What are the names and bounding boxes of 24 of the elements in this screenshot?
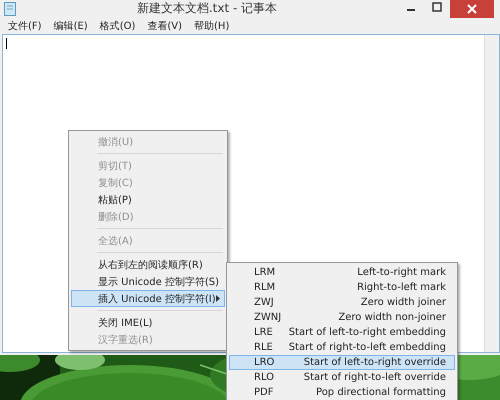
menu-item[interactable]: RLO Start of right-to-left override (229, 370, 455, 385)
menu-item[interactable]: 从右到左的阅读顺序(R) (71, 256, 225, 273)
menu-item[interactable]: RLM Right-to-left mark (229, 280, 455, 295)
menu-item[interactable]: LRM Left-to-right mark (229, 265, 455, 280)
text-cursor (6, 38, 7, 49)
menu-item[interactable]: 帮助(H) (192, 18, 232, 32)
close-button[interactable] (450, 0, 494, 18)
menu-item[interactable]: 编辑(E) (52, 18, 90, 32)
menu-item[interactable]: 插入 Unicode 控制字符(I) (71, 290, 225, 307)
menu-item[interactable]: LRE Start of left-to-right embedding (229, 325, 455, 340)
menu-item[interactable]: ZWJ Zero width joiner (229, 295, 455, 310)
notepad-icon (4, 2, 16, 16)
menu-item[interactable]: 关闭 IME(L) (71, 314, 225, 331)
menu-item[interactable]: RLE Start of right-to-left embedding (229, 340, 455, 355)
menu-item[interactable]: LRO Start of left-to-right override (229, 355, 455, 370)
menu-item[interactable]: ZWNJ Zero width non-joiner (229, 310, 455, 325)
menu-item[interactable]: 格式(O) (98, 18, 138, 32)
scrollbar[interactable] (484, 35, 499, 352)
menu-item[interactable]: 查看(V) (145, 18, 184, 32)
menu-item[interactable]: PDF Pop directional formatting (229, 385, 455, 400)
menu-item[interactable]: 文件(F) (6, 18, 44, 32)
menu-item[interactable]: 显示 Unicode 控制字符(S) (71, 273, 225, 290)
menu-item[interactable]: 粘贴(P) (71, 191, 225, 208)
window-title: 新建文本文档.txt - 记事本 (136, 0, 278, 17)
